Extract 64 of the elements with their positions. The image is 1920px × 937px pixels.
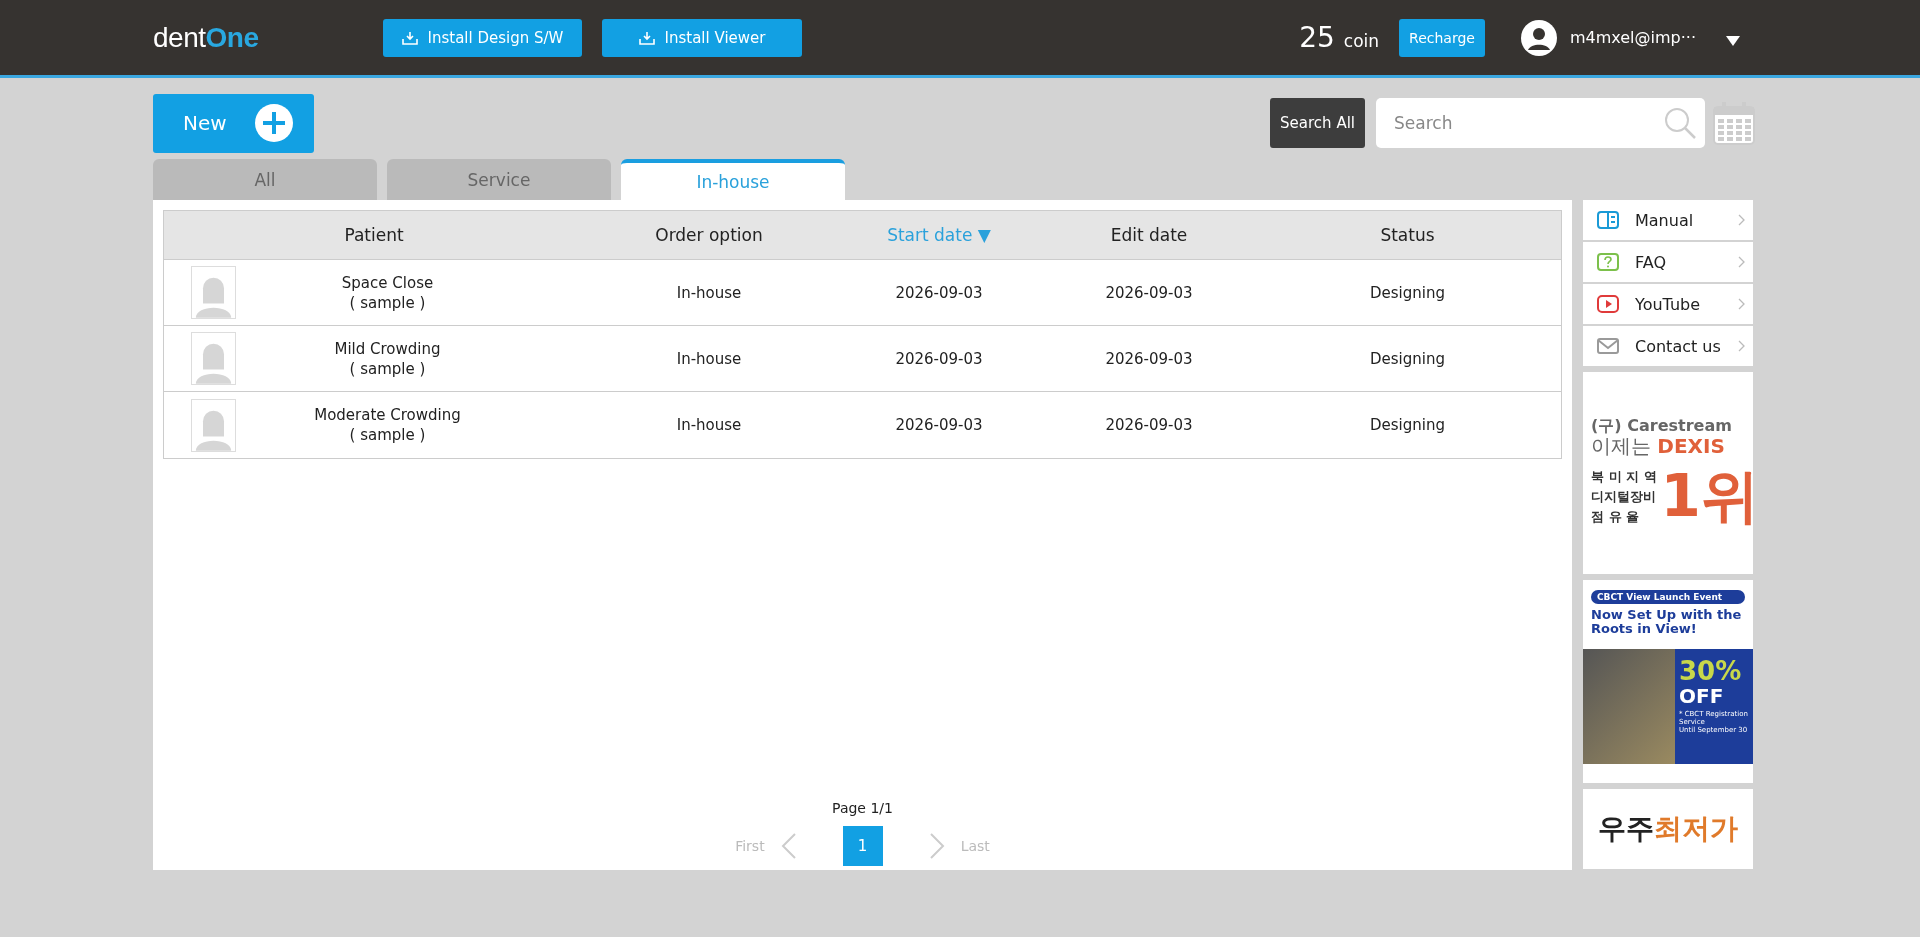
table-cell-text: 2026-09-03: [1104, 349, 1194, 368]
link-label: Contact us: [1635, 336, 1721, 356]
ad-banner[interactable]: 우주최저가: [1583, 789, 1753, 869]
coin-balance: 25 coin: [1299, 21, 1380, 54]
ad-discount: 30%: [1679, 656, 1743, 686]
ad-headline: Now Set Up with the Roots in View!: [1591, 608, 1743, 637]
user-avatar-icon[interactable]: [1519, 18, 1558, 57]
table-cell-text: Designing: [1369, 416, 1446, 434]
table-cell-text: 2026-09-03: [894, 416, 984, 434]
caret-icon[interactable]: [1726, 35, 1740, 46]
table-cell-text: 2026-09-03: [1104, 416, 1194, 434]
table-cell-text: 2026-09-03: [894, 349, 984, 368]
table-cell-text: In-house: [675, 349, 743, 368]
ad-text: 점 유 율: [1591, 507, 1641, 526]
patient-avatar-icon: [191, 266, 236, 319]
book-icon: [1597, 211, 1619, 229]
mail-icon: [1597, 337, 1619, 355]
patient-name[interactable]: Moderate Crowding ( sample ): [236, 405, 539, 445]
chevron-right-icon: [1738, 214, 1745, 226]
ad-headline: 이제는 DEXIS: [1591, 434, 1726, 457]
table-cell-text: In-house: [675, 416, 743, 434]
column-header[interactable]: Order option: [584, 225, 834, 245]
patient-avatar-icon: [191, 398, 236, 452]
calendar-icon[interactable]: [1713, 101, 1755, 145]
ad-text: 북 미 지 역: [1591, 467, 1657, 486]
table-cell-text: 2026-09-03: [1104, 283, 1194, 302]
link-label: YouTube: [1635, 294, 1701, 314]
column-header[interactable]: Patient: [164, 225, 584, 245]
chevron-right-icon: [1738, 298, 1745, 310]
question-icon: [1597, 253, 1619, 271]
page-indicator: Page 1/1: [832, 800, 893, 816]
search-all-button[interactable]: Search All: [1270, 98, 1365, 148]
table-cell-text: 2026-09-03: [894, 283, 984, 302]
ad-discount-label: OFF: [1679, 685, 1725, 708]
ad-headline: 우주최저가: [1598, 811, 1738, 847]
link-label: Manual: [1635, 210, 1694, 230]
table-cell-text: Designing: [1369, 349, 1446, 368]
table-cell-text: Designing: [1369, 283, 1446, 302]
ad-text: 디지털장비: [1591, 487, 1657, 506]
ad-tag: CBCT View Launch Event: [1591, 590, 1745, 604]
download-icon: [401, 30, 418, 45]
user-email[interactable]: m4mxel@imp···: [1569, 28, 1696, 47]
ad-brand: (구) Carestream: [1591, 417, 1733, 435]
patient-name[interactable]: Mild Crowding ( sample ): [236, 338, 539, 379]
logo[interactable]: dentOne: [153, 21, 353, 54]
chevron-right-icon: [1738, 340, 1745, 352]
search-icon[interactable]: [1663, 106, 1697, 140]
chevron-right-icon: [1738, 256, 1745, 268]
plus-icon: [254, 103, 294, 143]
sidebar-link[interactable]: YouTube: [1583, 284, 1753, 324]
table-cell-text: In-house: [675, 283, 743, 302]
search-field[interactable]: Search: [1376, 98, 1705, 148]
download-icon: [638, 30, 655, 45]
play-icon: [1597, 295, 1619, 313]
column-header[interactable]: Edit date: [1044, 225, 1254, 245]
sidebar-link[interactable]: Contact us: [1583, 326, 1753, 366]
column-header[interactable]: Status: [1254, 225, 1561, 245]
chevron-right-icon[interactable]: [928, 832, 945, 860]
patient-avatar-icon: [191, 332, 236, 385]
patient-name[interactable]: Space Close ( sample ): [236, 272, 539, 313]
sidebar-link[interactable]: FAQ: [1583, 242, 1753, 282]
sidebar-link[interactable]: Manual: [1583, 200, 1753, 240]
chevron-left-icon[interactable]: [780, 832, 797, 860]
link-label: FAQ: [1635, 252, 1666, 272]
